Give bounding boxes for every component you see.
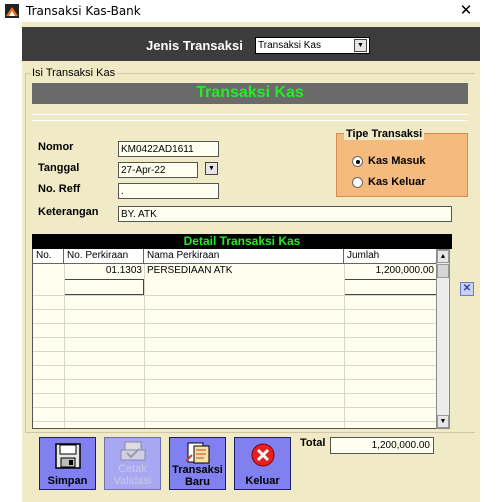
delete-row-icon[interactable]: ✕: [460, 282, 474, 296]
grid-line: [33, 351, 436, 352]
radio-kas-masuk[interactable]: [352, 156, 363, 167]
window-title: Transaksi Kas-Bank: [26, 4, 141, 18]
close-circle-icon: [251, 443, 275, 467]
grid-line: [33, 421, 436, 422]
calendar-dropdown-icon[interactable]: ▼: [205, 162, 218, 175]
scroll-down-icon[interactable]: ▼: [437, 415, 449, 428]
cell-no: [33, 264, 64, 278]
total-field: 1,200,000.00: [330, 437, 434, 454]
table-row[interactable]: 01.1303 PERSEDIAAN ATK 1,200,000.00: [33, 264, 436, 279]
cetak-validasi-label: Cetak Validasi: [113, 463, 152, 487]
grid-scrollbar[interactable]: ▲ ▼: [436, 249, 450, 429]
cell-jumlah: 1,200,000.00: [375, 265, 434, 276]
jenis-transaksi-select[interactable]: Transaksi Kas: [255, 37, 370, 54]
tanggal-field[interactable]: 27-Apr-22: [118, 162, 198, 178]
grid-line: [33, 295, 436, 296]
scroll-thumb[interactable]: [437, 264, 449, 278]
printer-icon: [120, 441, 146, 461]
scroll-up-icon[interactable]: ▲: [437, 250, 449, 263]
simpan-label: Simpan: [47, 475, 88, 487]
nomor-field[interactable]: KM0422AD1611: [118, 141, 219, 157]
separator: [32, 114, 468, 115]
separator: [32, 120, 468, 121]
total-label: Total: [300, 437, 326, 449]
grid-line: [144, 264, 145, 428]
grid-line: [33, 393, 436, 394]
cetak-validasi-button[interactable]: Cetak Validasi: [104, 437, 161, 490]
grid-line: [33, 407, 436, 408]
detail-grid[interactable]: No. No. Perkiraan Nama Perkiraan Jumlah …: [32, 249, 436, 429]
radio-selected-dot: [356, 160, 360, 164]
keterangan-label: Keterangan: [38, 206, 99, 218]
grid-line: [64, 264, 65, 428]
floppy-disk-icon: [55, 443, 81, 469]
keterangan-field[interactable]: BY. ATK: [118, 206, 452, 222]
grid-line: [33, 323, 436, 324]
grid-line: [33, 309, 436, 310]
nomor-label: Nomor: [38, 141, 74, 153]
no-reff-field[interactable]: .: [118, 183, 219, 199]
column-header-no[interactable]: No.: [33, 249, 64, 264]
cell-no-perkiraan: 01.1303: [105, 265, 142, 276]
cell-nama-perkiraan: PERSEDIAAN ATK: [147, 265, 233, 276]
column-header-jumlah[interactable]: Jumlah: [344, 249, 436, 264]
tipe-transaksi-label: Tipe Transaksi: [344, 128, 425, 140]
close-button[interactable]: ✕: [455, 0, 477, 22]
keluar-button[interactable]: Keluar: [234, 437, 291, 490]
radio-kas-keluar[interactable]: [352, 177, 363, 188]
no-reff-label: No. Reff: [38, 183, 81, 195]
jenis-transaksi-label: Jenis Transaksi: [146, 38, 243, 53]
keluar-label: Keluar: [245, 475, 280, 487]
transaksi-baru-button[interactable]: Transaksi Baru: [169, 437, 226, 490]
tanggal-label: Tanggal: [38, 162, 80, 174]
kas-keluar-label[interactable]: Kas Keluar: [368, 176, 425, 188]
header-band: [22, 27, 480, 61]
app-icon: [5, 4, 19, 18]
simpan-button[interactable]: Simpan: [39, 437, 96, 490]
grid-line: [33, 379, 436, 380]
transaksi-baru-label: Transaksi Baru: [172, 464, 223, 488]
group-label: Isi Transaksi Kas: [30, 67, 118, 79]
new-document-icon: [185, 442, 210, 464]
grid-line: [344, 264, 345, 428]
grid-line: [33, 365, 436, 366]
section-title: Transaksi Kas: [196, 84, 304, 101]
column-header-nama-perkiraan[interactable]: Nama Perkiraan: [144, 249, 344, 264]
kas-masuk-label[interactable]: Kas Masuk: [368, 155, 425, 167]
active-cell-jumlah[interactable]: [344, 279, 436, 295]
grid-line: [33, 337, 436, 338]
active-cell-no-perkiraan[interactable]: [64, 279, 144, 295]
detail-title: Detail Transaksi Kas: [183, 234, 301, 248]
chevron-down-icon[interactable]: ▼: [354, 39, 367, 52]
column-header-no-perkiraan[interactable]: No. Perkiraan: [64, 249, 144, 264]
